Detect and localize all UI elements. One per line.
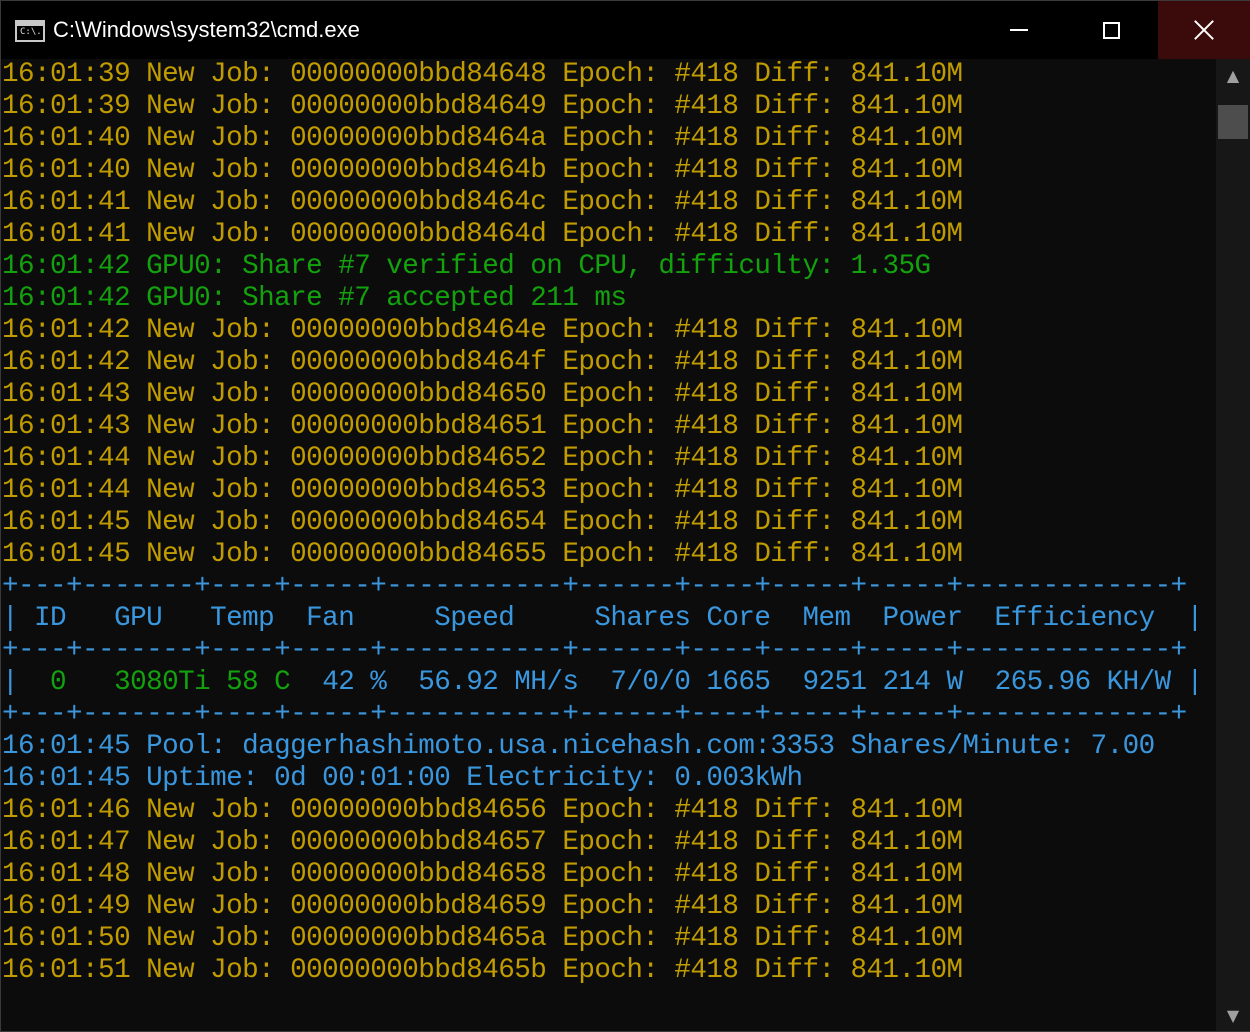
console-line: 16:01:41 New Job: 00000000bbd8464c Epoch… (2, 187, 963, 218)
scroll-up-icon[interactable]: ▲ (1216, 59, 1250, 91)
console-line: | ID GPU Temp Fan Speed Shares Core Mem … (2, 603, 1203, 634)
minimize-icon (1010, 29, 1028, 31)
console-line: 16:01:42 New Job: 00000000bbd8464f Epoch… (2, 347, 963, 378)
console-output[interactable]: 16:01:39 New Job: 00000000bbd84648 Epoch… (1, 59, 1216, 1031)
vertical-scrollbar[interactable]: ▲ ▼ (1216, 59, 1250, 1031)
scroll-down-icon[interactable]: ▼ (1216, 999, 1250, 1031)
console-line: 16:01:45 Uptime: 0d 00:01:00 Electricity… (2, 763, 803, 794)
console-line: 16:01:47 New Job: 00000000bbd84657 Epoch… (2, 827, 963, 858)
console-line: 16:01:41 New Job: 00000000bbd8464d Epoch… (2, 219, 963, 250)
console-line: 16:01:39 New Job: 00000000bbd84649 Epoch… (2, 91, 963, 122)
console-line: 16:01:42 GPU0: Share #7 verified on CPU,… (2, 251, 931, 282)
console-line: 16:01:45 New Job: 00000000bbd84654 Epoch… (2, 507, 963, 538)
console-line: 16:01:42 New Job: 00000000bbd8464e Epoch… (2, 315, 963, 346)
console-line: 16:01:51 New Job: 00000000bbd8465b Epoch… (2, 955, 963, 986)
console-line: | 0 3080Ti 58 C 42 % 56.92 MH/s 7/0/0 16… (1, 667, 1216, 699)
console-line: 16:01:39 New Job: 00000000bbd84648 Epoch… (2, 59, 963, 90)
maximize-button[interactable] (1065, 1, 1157, 59)
console-line: 16:01:50 New Job: 00000000bbd8465a Epoch… (2, 923, 963, 954)
close-icon (1193, 19, 1215, 41)
console-line-segment: | (2, 667, 51, 698)
console-line: +---+-------+----+-----+-----------+----… (2, 635, 1187, 666)
console-line: 16:01:48 New Job: 00000000bbd84658 Epoch… (2, 859, 963, 890)
console-line: 16:01:45 Pool: daggerhashimoto.usa.niceh… (2, 731, 1155, 762)
cmd-window: C:\. C:\Windows\system32\cmd.exe 16:01:3… (0, 0, 1250, 1032)
title-bar[interactable]: C:\. C:\Windows\system32\cmd.exe (1, 1, 1250, 59)
console-line: 16:01:42 GPU0: Share #7 accepted 211 ms (2, 283, 627, 314)
console-line: 16:01:43 New Job: 00000000bbd84651 Epoch… (2, 411, 963, 442)
console-line: 16:01:43 New Job: 00000000bbd84650 Epoch… (2, 379, 963, 410)
maximize-icon (1102, 21, 1120, 39)
close-button[interactable] (1158, 1, 1250, 59)
console-line: 16:01:40 New Job: 00000000bbd8464b Epoch… (2, 155, 963, 186)
window-title: C:\Windows\system32\cmd.exe (53, 17, 360, 42)
console-line: 16:01:44 New Job: 00000000bbd84653 Epoch… (2, 475, 963, 506)
console-line: 16:01:46 New Job: 00000000bbd84656 Epoch… (2, 795, 963, 826)
console-line: +---+-------+----+-----+-----------+----… (2, 571, 1187, 602)
cmd-app-icon[interactable]: C:\. (15, 20, 45, 42)
console-line: 16:01:49 New Job: 00000000bbd84659 Epoch… (2, 891, 963, 922)
console-line-segment: 0 3080Ti 58 C (50, 667, 291, 698)
console-line: 16:01:45 New Job: 00000000bbd84655 Epoch… (2, 539, 963, 570)
console-line-segment: 42 % 56.92 MH/s 7/0/0 1665 9251 214 W 26… (290, 667, 1203, 698)
minimize-button[interactable] (973, 1, 1065, 59)
cmd-app-icon-label: C:\. (20, 27, 42, 37)
console-line: 16:01:40 New Job: 00000000bbd8464a Epoch… (2, 123, 963, 154)
scroll-thumb[interactable] (1218, 105, 1248, 139)
console-line: 16:01:44 New Job: 00000000bbd84652 Epoch… (2, 443, 963, 474)
console-line: +---+-------+----+-----+-----------+----… (2, 699, 1187, 730)
